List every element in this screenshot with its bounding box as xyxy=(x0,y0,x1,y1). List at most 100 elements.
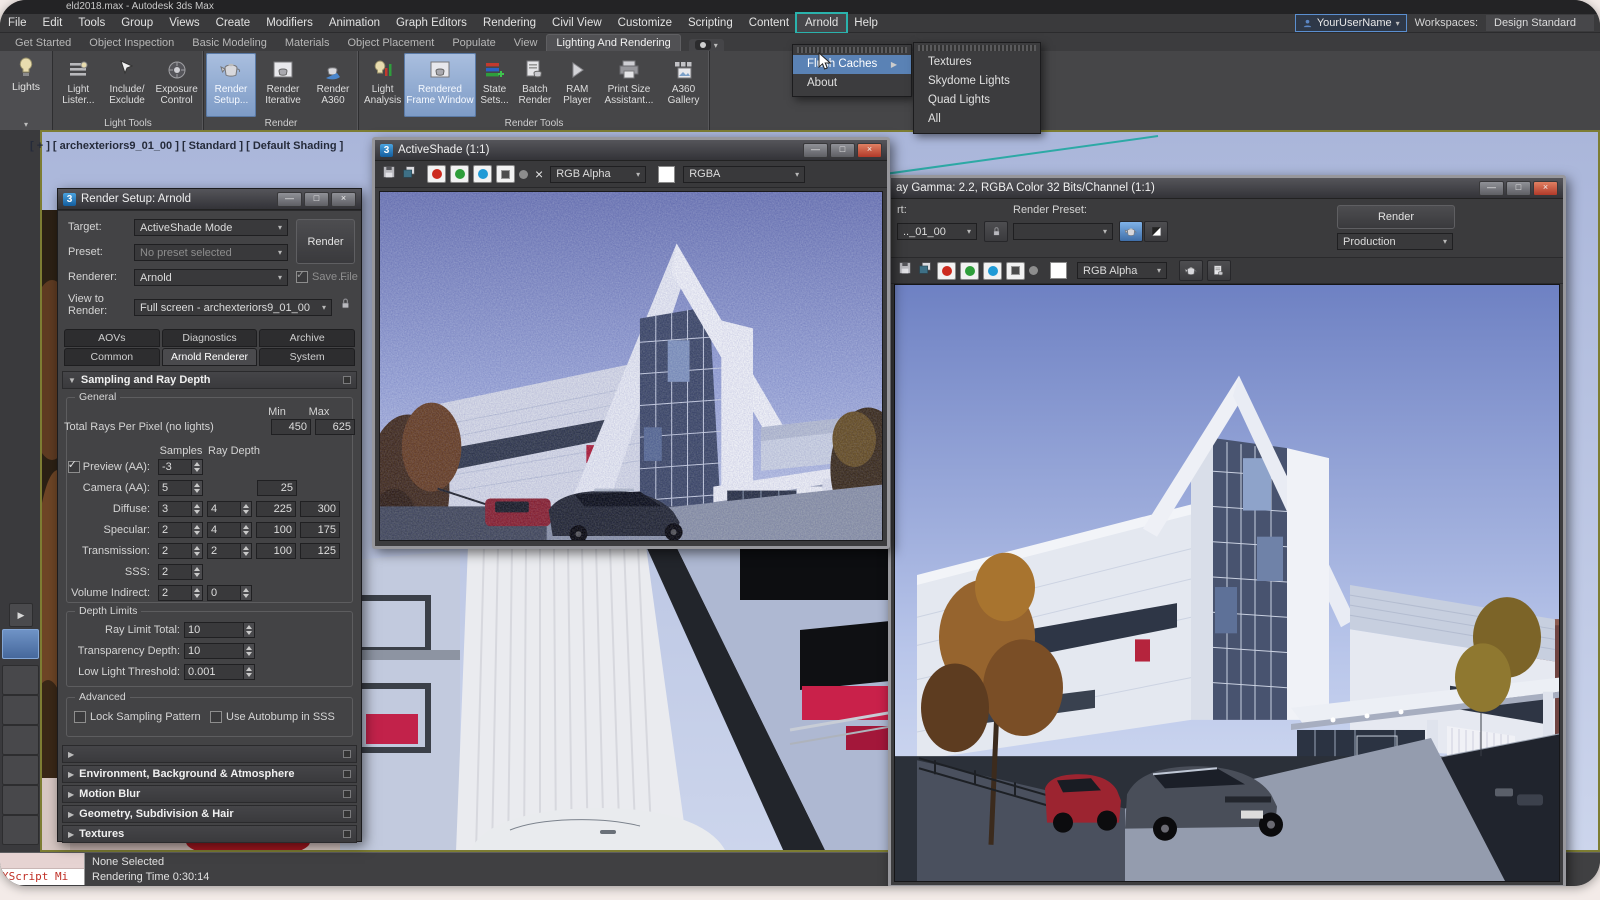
batch-render-button[interactable]: Batch Render xyxy=(513,53,556,117)
rfw-render-button[interactable]: Render xyxy=(1337,205,1455,229)
activeshade-title-bar[interactable]: 3 ActiveShade (1:1) — □ × xyxy=(375,140,887,161)
menu-edit[interactable]: Edit xyxy=(35,14,71,32)
submenu-item-all[interactable]: All xyxy=(914,110,1040,129)
diffuse-min[interactable]: 225 xyxy=(256,500,296,517)
rfw-save-rendered-frame-button[interactable] xyxy=(1207,260,1231,281)
submenu-item-textures[interactable]: Textures xyxy=(914,53,1040,72)
render-setup-render-button[interactable]: Render xyxy=(296,219,355,264)
specular-min[interactable]: 100 xyxy=(256,521,296,538)
maxscript-mini-listener[interactable]: XScript Mi xyxy=(0,853,85,885)
monochrome-toggle[interactable] xyxy=(1029,266,1038,275)
minimize-button[interactable]: — xyxy=(277,191,302,207)
monochrome-toggle[interactable] xyxy=(519,169,528,179)
transmission-samples-spinner[interactable]: 2 xyxy=(158,542,203,559)
menu-group[interactable]: Group xyxy=(113,14,161,32)
menu-civil-view[interactable]: Civil View xyxy=(544,14,610,32)
dock-button[interactable] xyxy=(2,815,39,845)
workspace-selector[interactable]: Design Standard xyxy=(1486,15,1594,31)
lights-panel-button[interactable]: Lights ▾ xyxy=(0,51,53,130)
dock-expand-button[interactable]: ▶ xyxy=(9,603,33,627)
ribbon-overflow-button[interactable]: ▾ xyxy=(688,39,724,51)
rfw-channel-select[interactable]: RGB Alpha ▾ xyxy=(1077,262,1167,279)
tab-archive[interactable]: Archive xyxy=(259,329,356,347)
menu-file[interactable]: File xyxy=(0,14,35,32)
ram-player-button[interactable]: RAM Player xyxy=(557,53,598,117)
tab-common[interactable]: Common xyxy=(64,348,160,366)
activeshade-format-select[interactable]: RGBA ▾ xyxy=(683,165,806,183)
dock-button[interactable] xyxy=(2,665,39,695)
rendered-frame-window-button[interactable]: Rendered Frame Window xyxy=(404,53,476,117)
alpha-channel-toggle[interactable] xyxy=(496,165,515,183)
minimize-button[interactable]: — xyxy=(1479,180,1504,196)
specular-max[interactable]: 175 xyxy=(300,521,340,538)
lock-sampling-pattern-checkbox[interactable] xyxy=(74,711,86,723)
use-autobump-sss-checkbox[interactable] xyxy=(210,711,222,723)
a360-gallery-button[interactable]: A360 Gallery xyxy=(660,53,707,117)
save-file-checkbox[interactable] xyxy=(296,268,308,283)
red-channel-toggle[interactable] xyxy=(937,261,956,280)
transmission-max[interactable]: 125 xyxy=(300,542,340,559)
close-button[interactable]: × xyxy=(1533,180,1558,196)
menu-views[interactable]: Views xyxy=(161,14,207,32)
viewport-label[interactable]: [ + ] [ archexteriors9_01_00 ] [ Standar… xyxy=(30,140,343,152)
tab-materials[interactable]: Materials xyxy=(276,35,339,51)
rollout-unnamed[interactable]: ▶ xyxy=(62,745,357,763)
menu-content[interactable]: Content xyxy=(741,14,797,32)
target-select[interactable]: ActiveShade Mode ▾ xyxy=(134,219,288,236)
use-autobump-sss-row[interactable]: Use Autobump in SSS xyxy=(210,711,335,723)
menu-arnold[interactable]: Arnold xyxy=(795,12,849,34)
tab-aovs[interactable]: AOVs xyxy=(64,329,160,347)
menu-item-flush-caches[interactable]: Flush Caches ▶ xyxy=(793,55,911,74)
tab-lighting-and-rendering[interactable]: Lighting And Rendering xyxy=(546,34,681,51)
close-button[interactable]: × xyxy=(331,191,356,207)
tab-object-inspection[interactable]: Object Inspection xyxy=(80,35,183,51)
background-color-swatch[interactable] xyxy=(658,165,676,183)
rfw-lock-viewport-button[interactable] xyxy=(984,221,1008,242)
menu-rendering[interactable]: Rendering xyxy=(475,14,544,32)
menu-tools[interactable]: Tools xyxy=(70,14,113,32)
menu-animation[interactable]: Animation xyxy=(321,14,388,32)
rfw-clone-rendered-frame-button[interactable] xyxy=(1179,260,1203,281)
dock-button[interactable] xyxy=(2,695,39,725)
menu-graph-editors[interactable]: Graph Editors xyxy=(388,14,475,32)
tab-system[interactable]: System xyxy=(259,348,356,366)
exposure-control-button[interactable]: Exposure Control xyxy=(152,53,201,117)
clone-window-button[interactable] xyxy=(917,260,933,281)
volume-depth-spinner[interactable]: 0 xyxy=(207,584,252,601)
dock-button-selected[interactable] xyxy=(2,629,39,659)
blue-channel-toggle[interactable] xyxy=(473,165,492,183)
minimize-button[interactable]: — xyxy=(803,142,828,158)
green-channel-toggle[interactable] xyxy=(960,261,979,280)
user-account-button[interactable]: YourUserName ▾ xyxy=(1294,14,1407,32)
tab-basic-modeling[interactable]: Basic Modeling xyxy=(183,35,276,51)
lock-view-button[interactable] xyxy=(338,296,353,316)
preset-select[interactable]: No preset selected ▾ xyxy=(134,244,288,261)
rfw-mode-select[interactable]: Production ▾ xyxy=(1337,233,1453,250)
clone-window-button[interactable] xyxy=(401,164,417,185)
total-rays-min[interactable]: 450 xyxy=(271,418,311,435)
maximize-button[interactable]: □ xyxy=(304,191,329,207)
specular-samples-spinner[interactable]: 2 xyxy=(158,521,203,538)
tab-object-placement[interactable]: Object Placement xyxy=(338,35,443,51)
render-setup-title-bar[interactable]: 3 Render Setup: Arnold — □ × xyxy=(58,189,361,210)
rollout-geometry[interactable]: ▶ Geometry, Subdivision & Hair xyxy=(62,805,357,823)
rfw-toggle-srgb-button[interactable] xyxy=(1144,221,1168,242)
diffuse-depth-spinner[interactable]: 4 xyxy=(207,500,252,517)
tab-arnold-renderer[interactable]: Arnold Renderer xyxy=(161,348,258,366)
blue-channel-toggle[interactable] xyxy=(983,261,1002,280)
clear-button[interactable]: × xyxy=(532,167,546,181)
activeshade-rendered-image[interactable] xyxy=(379,191,883,541)
close-button[interactable]: × xyxy=(857,142,882,158)
render-a360-button[interactable]: Render A360 xyxy=(310,53,356,117)
state-sets-button[interactable]: State Sets... xyxy=(476,53,514,117)
menu-item-about[interactable]: About xyxy=(793,74,911,93)
submenu-item-skydome-lights[interactable]: Skydome Lights xyxy=(914,72,1040,91)
camera-aa-spinner[interactable]: 5 xyxy=(158,479,203,496)
background-color-swatch[interactable] xyxy=(1050,262,1067,279)
menu-modifiers[interactable]: Modifiers xyxy=(258,14,321,32)
maximize-button[interactable]: □ xyxy=(830,142,855,158)
dock-button[interactable] xyxy=(2,755,39,785)
light-analysis-button[interactable]: Light Analysis xyxy=(361,53,404,117)
alpha-channel-toggle[interactable] xyxy=(1006,261,1025,280)
rfw-save-preset-button[interactable] xyxy=(1119,221,1143,242)
